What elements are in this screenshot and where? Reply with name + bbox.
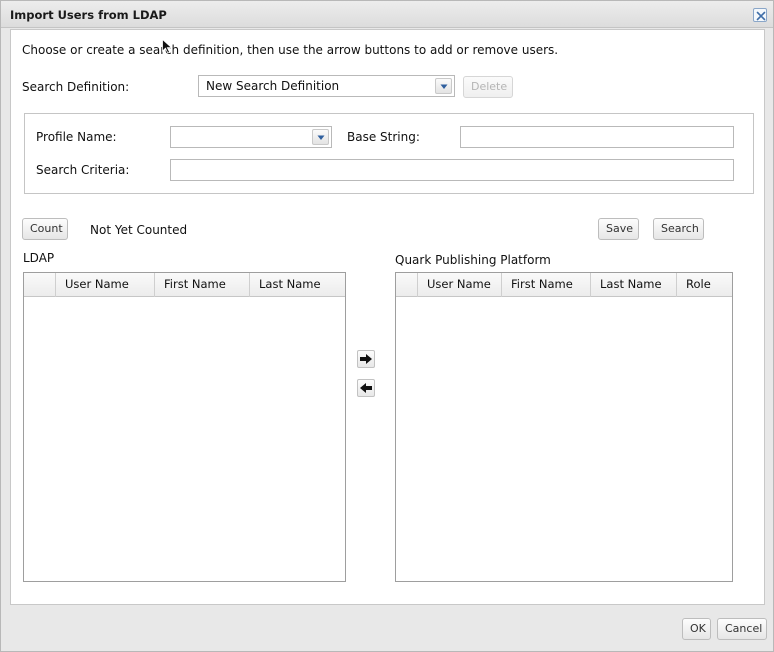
intro-text: Choose or create a search definition, th… [22, 43, 559, 57]
profile-name-dropdown-button[interactable] [312, 129, 329, 145]
cancel-button[interactable]: Cancel [717, 618, 767, 640]
profile-name-label: Profile Name: [36, 130, 117, 144]
base-string-input[interactable] [460, 126, 734, 148]
chevron-down-icon [440, 84, 448, 89]
dialog-title: Import Users from LDAP [10, 8, 167, 22]
qpp-grid-header: User Name First Name Last Name Role [396, 273, 732, 297]
chevron-down-icon [317, 135, 325, 140]
search-definition-dropdown-button[interactable] [435, 78, 452, 94]
qpp-panel-title: Quark Publishing Platform [395, 253, 551, 267]
ldap-col-last-name[interactable]: Last Name [250, 273, 345, 297]
count-button[interactable]: Count [22, 218, 68, 240]
ldap-col-first-name[interactable]: First Name [155, 273, 250, 297]
search-definition-value: New Search Definition [206, 79, 340, 93]
import-users-dialog: Import Users from LDAP Choose or create … [0, 0, 774, 652]
add-users-button[interactable] [357, 350, 375, 368]
ldap-grid-header: User Name First Name Last Name [24, 273, 345, 297]
qpp-col-select[interactable] [396, 273, 418, 297]
arrow-left-icon [360, 383, 372, 393]
search-criteria-label: Search Criteria: [36, 163, 130, 177]
profile-group: Profile Name: Base String: Search Criter… [24, 113, 754, 194]
dialog-titlebar[interactable]: Import Users from LDAP [1, 1, 773, 28]
delete-button[interactable]: Delete [463, 76, 513, 98]
ok-button[interactable]: OK [682, 618, 711, 640]
close-icon [756, 11, 766, 21]
arrow-right-icon [360, 354, 372, 364]
ldap-user-grid[interactable]: User Name First Name Last Name [23, 272, 346, 582]
remove-users-button[interactable] [357, 379, 375, 397]
ldap-col-select[interactable] [24, 273, 56, 297]
ldap-col-user-name[interactable]: User Name [56, 273, 155, 297]
search-definition-select[interactable]: New Search Definition [198, 75, 455, 97]
search-criteria-input[interactable] [170, 159, 734, 181]
ldap-panel-title: LDAP [23, 251, 55, 265]
qpp-col-first-name[interactable]: First Name [502, 273, 591, 297]
dialog-body: Choose or create a search definition, th… [10, 29, 765, 605]
count-status: Not Yet Counted [90, 223, 188, 237]
qpp-user-grid[interactable]: User Name First Name Last Name Role [395, 272, 733, 582]
qpp-col-role[interactable]: Role [677, 273, 732, 297]
search-button[interactable]: Search [653, 218, 704, 240]
profile-name-select[interactable] [170, 126, 332, 148]
base-string-label: Base String: [347, 130, 420, 144]
save-button[interactable]: Save [598, 218, 639, 240]
mouse-cursor-icon [162, 39, 173, 54]
search-definition-label: Search Definition: [22, 80, 130, 94]
close-button[interactable] [753, 8, 767, 22]
qpp-col-last-name[interactable]: Last Name [591, 273, 677, 297]
qpp-col-user-name[interactable]: User Name [418, 273, 502, 297]
